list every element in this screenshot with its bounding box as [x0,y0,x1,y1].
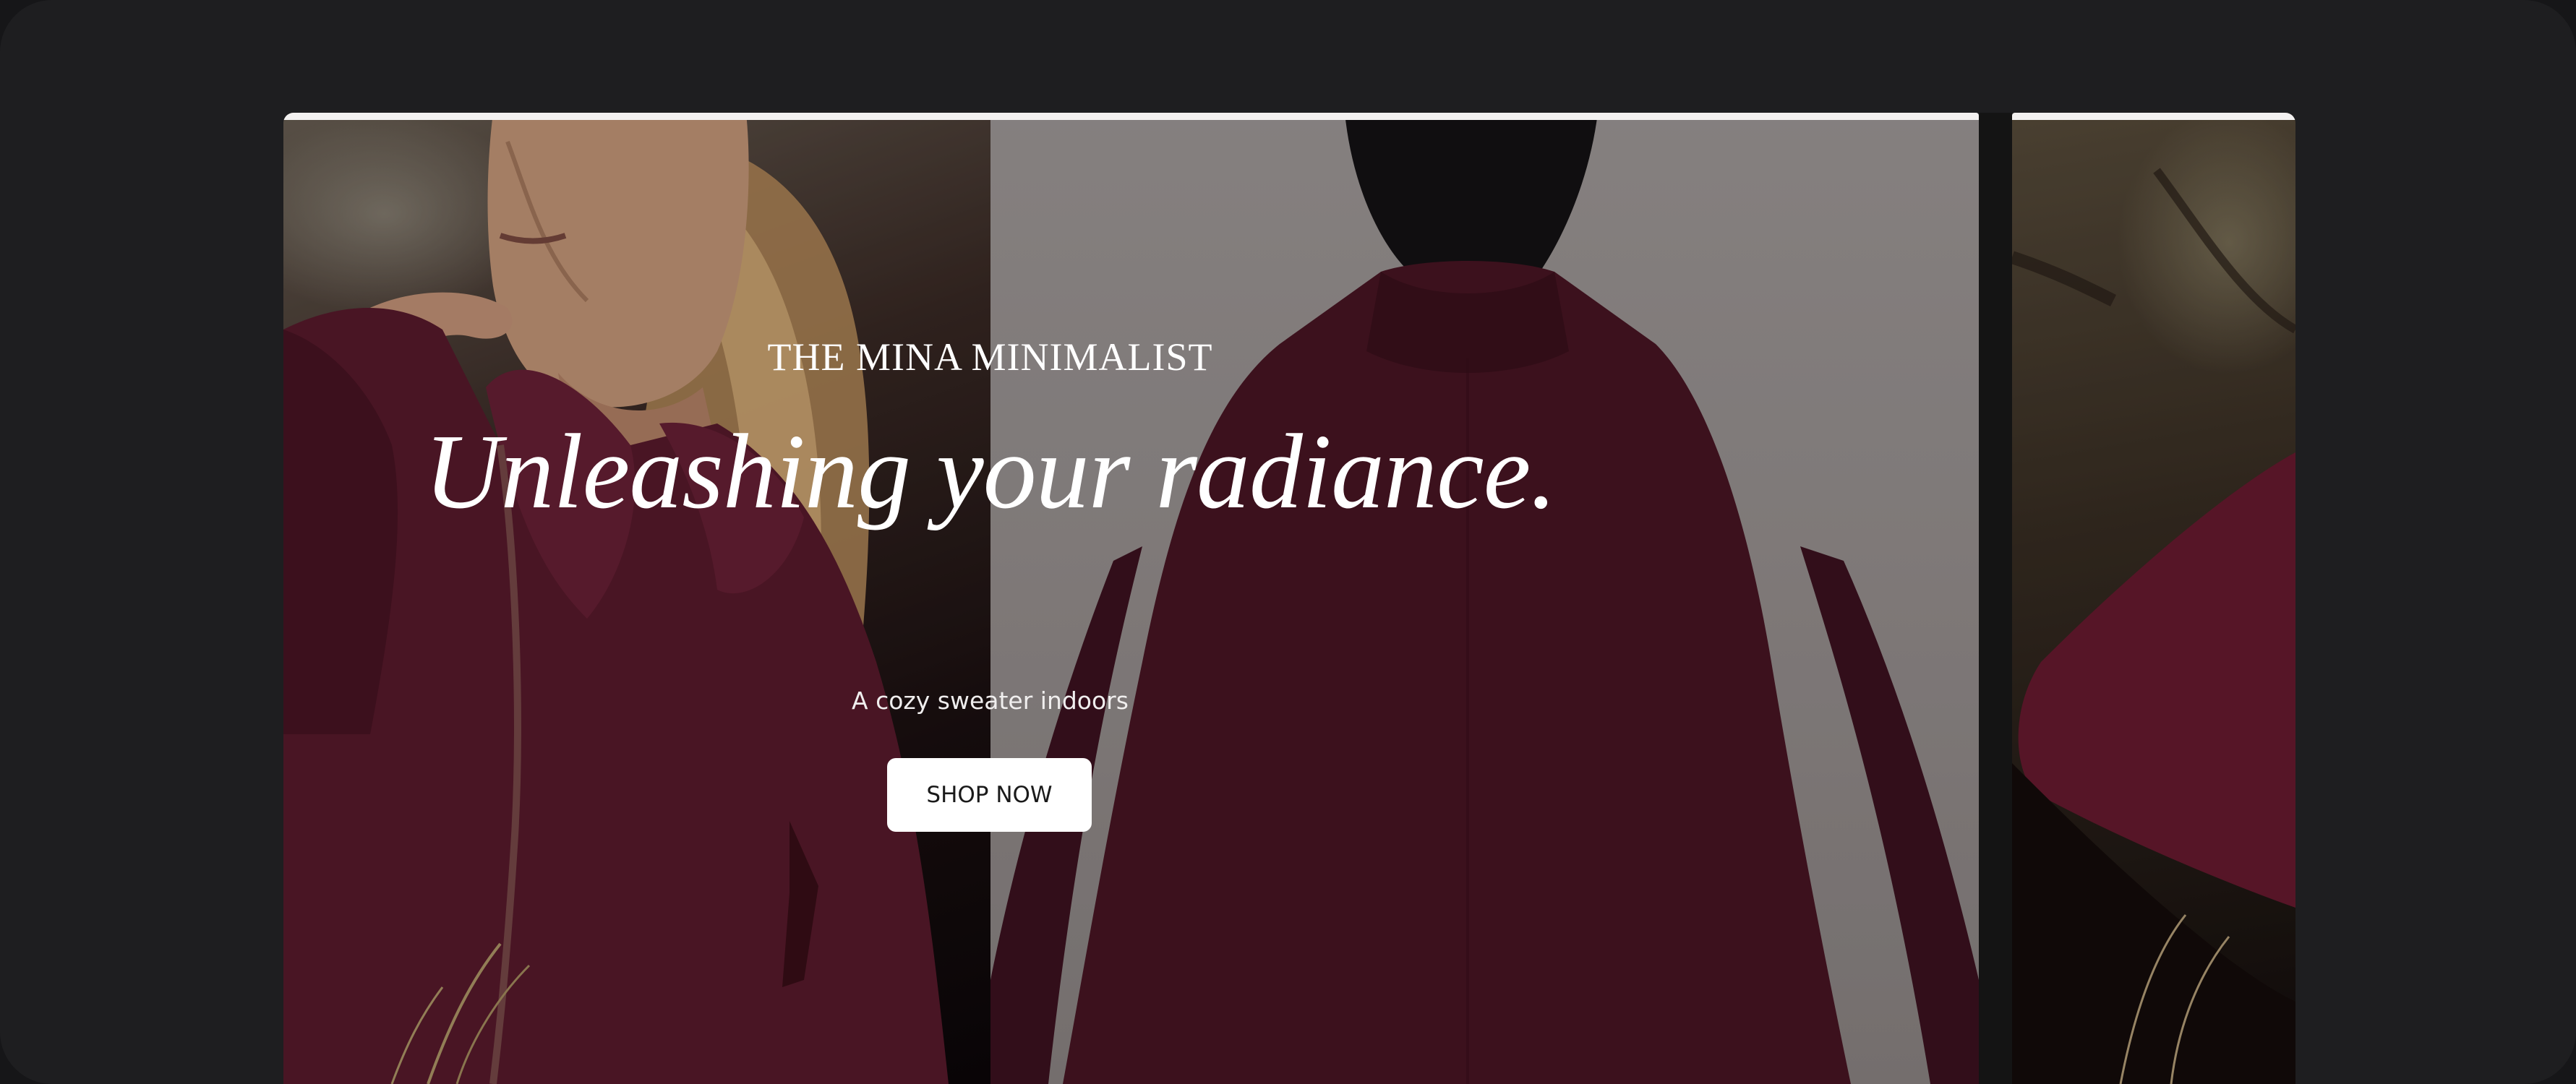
hero-brand: THE MINA MINIMALIST [767,335,1213,379]
shop-now-button[interactable]: SHOP NOW [887,758,1092,832]
hero-slide [283,113,1979,1084]
next-slide-overlay [2012,113,2295,1084]
next-slide-progress-bar [2012,113,2295,120]
app-frame: THE MINA MINIMALIST Unleashing your radi… [0,0,2576,1084]
dark-overlay [283,113,1979,1084]
slide-progress-bar [283,113,1979,120]
next-slide-preview[interactable] [2012,113,2295,1084]
hero-headline: Unleashing your radiance. [424,413,1557,531]
hero-subtext: A cozy sweater indoors [852,687,1129,715]
slide-gap [1979,113,2012,1084]
